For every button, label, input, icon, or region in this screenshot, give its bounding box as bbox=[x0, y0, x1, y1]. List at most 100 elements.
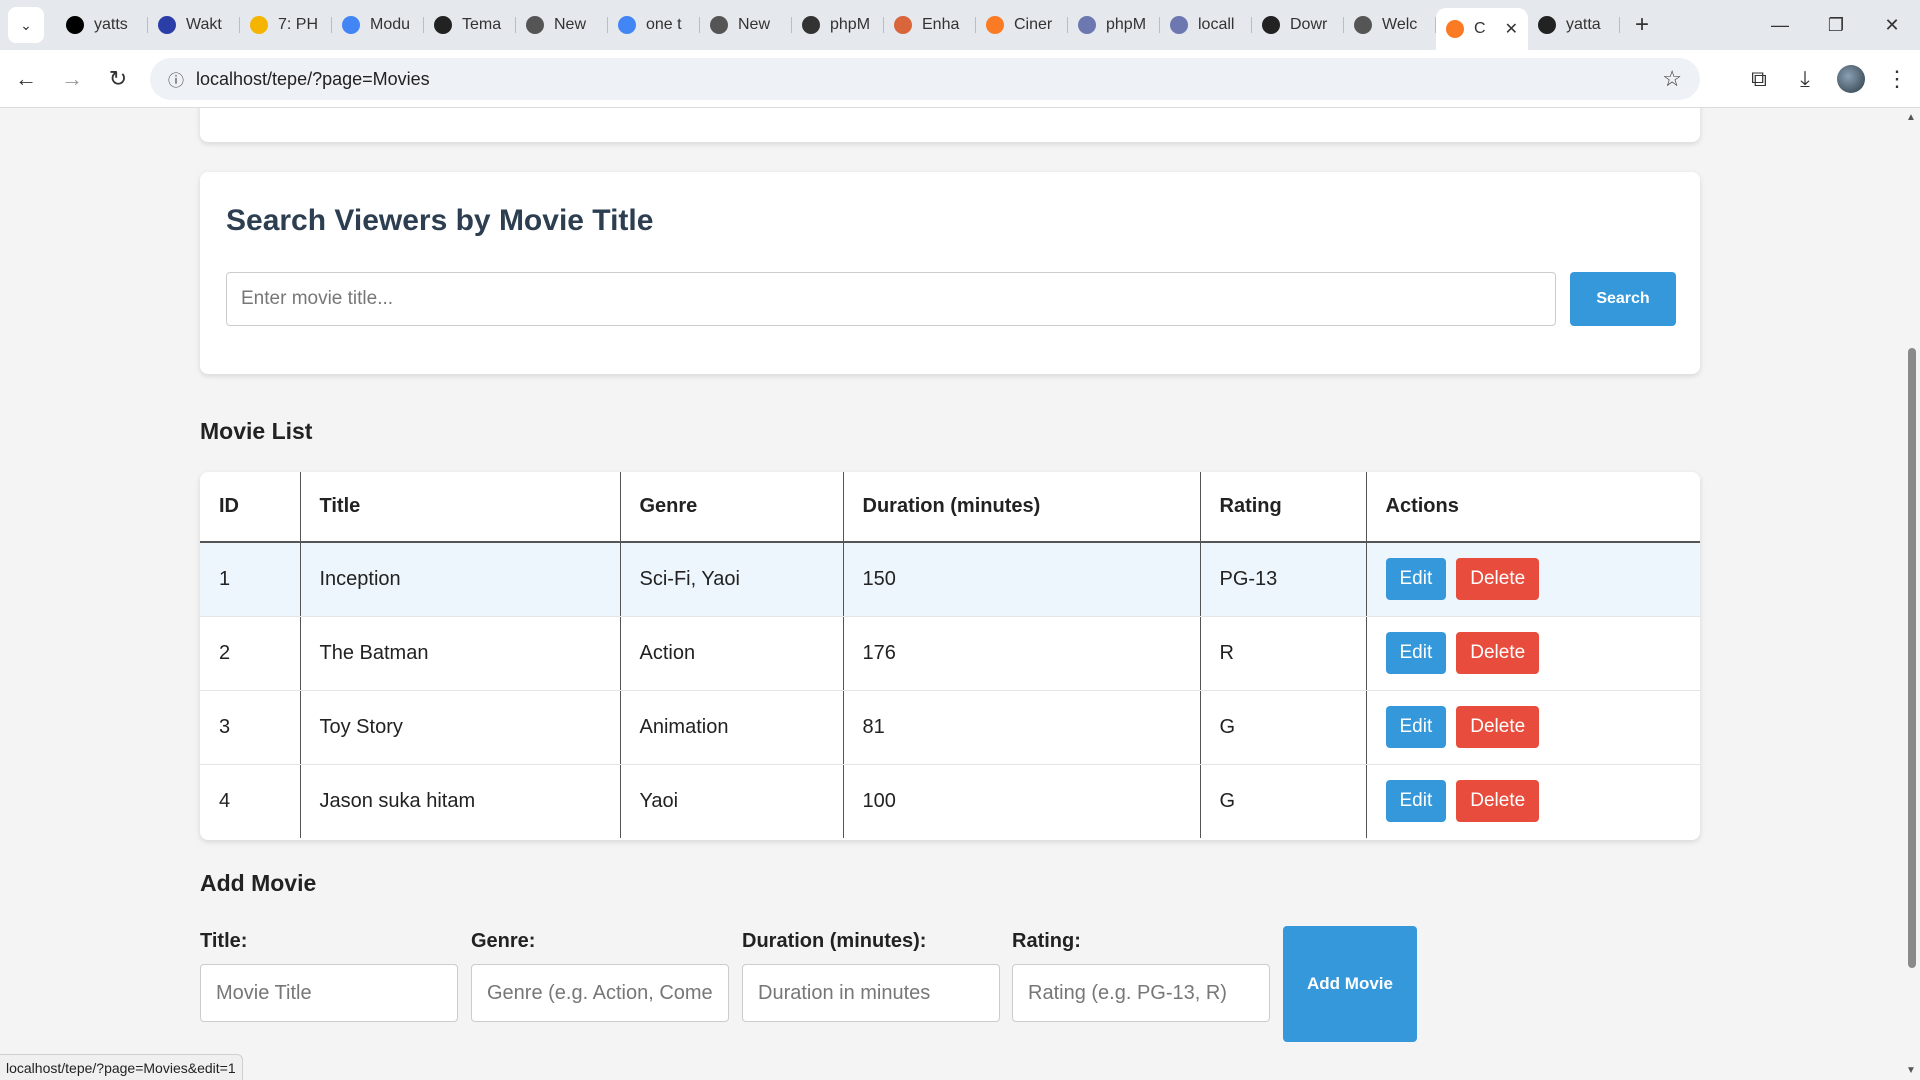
browser-tab-title: Ciner bbox=[1014, 16, 1053, 33]
scroll-down-icon[interactable]: ▼ bbox=[1906, 1065, 1916, 1076]
genre-input[interactable] bbox=[471, 964, 729, 1022]
title-input[interactable] bbox=[200, 964, 458, 1022]
restore-icon[interactable]: ❐ bbox=[1808, 0, 1864, 50]
claude-icon bbox=[894, 16, 912, 34]
scroll-up-icon[interactable]: ▲ bbox=[1906, 112, 1916, 123]
browser-tab-title: yatts bbox=[94, 16, 128, 33]
new-tab-button[interactable]: + bbox=[1626, 9, 1658, 41]
browser-tab[interactable]: C ✕ bbox=[1436, 8, 1528, 50]
column-header-id: ID bbox=[200, 472, 300, 543]
browser-toolbar: ← → ↻ ⓘ localhost/tepe/?page=Movies ☆ ⧉ … bbox=[0, 50, 1920, 108]
browser-tab[interactable]: yatta bbox=[1528, 7, 1620, 43]
edit-button[interactable]: Edit bbox=[1385, 706, 1447, 748]
laptop-icon bbox=[802, 16, 820, 34]
back-icon[interactable]: ← bbox=[6, 59, 46, 99]
rating-input[interactable] bbox=[1012, 964, 1270, 1022]
tab-list: yatts Wakt 7: PH Modu Tema New one t New phpM Enh… bbox=[56, 0, 1620, 50]
movie-table-card: ID Title Genre Duration (minutes) Rating… bbox=[200, 472, 1700, 840]
cell-genre: Yaoi bbox=[619, 764, 843, 838]
edit-button[interactable]: Edit bbox=[1385, 780, 1447, 823]
link-status-bar: localhost/tepe/?page=Movies&edit=1 bbox=[0, 1054, 243, 1080]
minimize-icon[interactable]: — bbox=[1752, 0, 1808, 50]
download-icon[interactable]: ⤓ bbox=[1782, 66, 1828, 92]
browser-tab[interactable]: Ciner bbox=[976, 7, 1068, 43]
delete-button[interactable]: Delete bbox=[1456, 780, 1540, 823]
close-tab-icon[interactable]: ✕ bbox=[1505, 19, 1518, 39]
table-row: 3 Toy Story Animation 81 G Edit Delete bbox=[200, 690, 1700, 765]
reload-icon[interactable]: ↻ bbox=[98, 59, 138, 99]
duration-input[interactable] bbox=[742, 964, 1000, 1022]
openai-icon bbox=[434, 16, 452, 34]
close-window-icon[interactable]: ✕ bbox=[1864, 0, 1920, 50]
table-row: 2 The Batman Action 176 R Edit Delete bbox=[200, 616, 1700, 691]
table-row: 1 Inception Sci-Fi, Yaoi 150 PG-13 Edit D… bbox=[200, 542, 1700, 617]
table-row: 4 Jason suka hitam Yaoi 100 G Edit Delete bbox=[200, 764, 1700, 838]
search-heading: Search Viewers by Movie Title bbox=[226, 204, 654, 237]
column-header-rating: Rating bbox=[1199, 472, 1366, 543]
cell-actions: Edit Delete bbox=[1365, 690, 1700, 765]
cell-actions: Edit Delete bbox=[1365, 542, 1700, 617]
browser-tab-title: C bbox=[1474, 20, 1486, 37]
forward-icon[interactable]: → bbox=[52, 59, 92, 99]
genre-label: Genre: bbox=[471, 930, 536, 952]
address-bar[interactable]: ⓘ localhost/tepe/?page=Movies ☆ bbox=[150, 58, 1700, 100]
edit-button[interactable]: Edit bbox=[1385, 558, 1447, 601]
browser-tab[interactable]: one t bbox=[608, 7, 700, 43]
delete-button[interactable]: Delete bbox=[1456, 558, 1540, 601]
extensions-icon[interactable]: ⧉ bbox=[1736, 66, 1782, 92]
browser-tab[interactable]: phpM bbox=[792, 7, 884, 43]
movie-title-search-input[interactable] bbox=[226, 272, 1556, 326]
browser-tab[interactable]: Dowr bbox=[1252, 7, 1344, 43]
address-url[interactable]: localhost/tepe/?page=Movies bbox=[196, 69, 430, 90]
x-icon bbox=[66, 16, 84, 34]
page-scrollbar[interactable]: ▲ ▼ bbox=[1904, 108, 1920, 1080]
browser-tab[interactable]: Enha bbox=[884, 7, 976, 43]
add-movie-heading: Add Movie bbox=[200, 870, 317, 896]
tab-search-button[interactable]: ⌄ bbox=[8, 7, 44, 43]
cell-duration: 100 bbox=[842, 764, 1200, 838]
browser-tab[interactable]: locall bbox=[1160, 7, 1252, 43]
browser-tab-title: Welc bbox=[1382, 16, 1418, 33]
delete-button[interactable]: Delete bbox=[1456, 706, 1540, 748]
toolbar-actions: ⧉ ⤓ ⋮ bbox=[1736, 50, 1920, 108]
site-info-icon[interactable]: ⓘ bbox=[156, 67, 196, 91]
cell-title: Toy Story bbox=[299, 690, 620, 765]
browser-tab[interactable]: 7: PH bbox=[240, 7, 332, 43]
cell-title: Jason suka hitam bbox=[299, 764, 620, 838]
add-movie-button[interactable]: Add Movie bbox=[1283, 926, 1417, 1042]
browser-tab[interactable]: Tema bbox=[424, 7, 516, 43]
tab-strip: ⌄ yatts Wakt 7: PH Modu Tema New one t New phpM E… bbox=[0, 0, 1920, 50]
docs-icon bbox=[342, 16, 360, 34]
cell-rating: R bbox=[1199, 616, 1366, 691]
browser-tab[interactable]: New bbox=[516, 7, 608, 43]
cell-duration: 176 bbox=[842, 616, 1200, 691]
browser-tab[interactable]: phpM bbox=[1068, 7, 1160, 43]
cell-genre: Action bbox=[619, 616, 843, 691]
bookmark-star-icon[interactable]: ☆ bbox=[1662, 66, 1682, 92]
cell-rating: G bbox=[1199, 764, 1366, 838]
search-button[interactable]: Search bbox=[1570, 272, 1676, 326]
browser-tab-title: Tema bbox=[462, 16, 502, 33]
title-label: Title: bbox=[200, 930, 248, 952]
cell-id: 2 bbox=[200, 616, 300, 691]
more-menu-icon[interactable]: ⋮ bbox=[1874, 66, 1920, 92]
edit-button[interactable]: Edit bbox=[1385, 632, 1447, 674]
scrollbar-thumb[interactable] bbox=[1908, 348, 1916, 968]
browser-tab-title: phpM bbox=[1106, 16, 1147, 33]
browser-tab[interactable]: Modu bbox=[332, 7, 424, 43]
browser-tab[interactable]: yatts bbox=[56, 7, 148, 43]
browser-tab[interactable]: New bbox=[700, 7, 792, 43]
browser-tab[interactable]: Wakt bbox=[148, 7, 240, 43]
delete-button[interactable]: Delete bbox=[1456, 632, 1540, 674]
cell-title: Inception bbox=[299, 542, 620, 617]
chrome-icon bbox=[1354, 16, 1372, 34]
browser-tab-title: 7: PH bbox=[278, 16, 319, 33]
rating-label: Rating: bbox=[1012, 930, 1081, 952]
browser-tab-title: Enha bbox=[922, 16, 960, 33]
browser-tab[interactable]: Welc bbox=[1344, 7, 1436, 43]
github-icon bbox=[1538, 16, 1556, 34]
profile-avatar[interactable] bbox=[1837, 65, 1865, 93]
xampp-icon bbox=[986, 16, 1004, 34]
browser-tab-title: one t bbox=[646, 16, 682, 33]
cell-genre: Sci-Fi, Yaoi bbox=[619, 542, 843, 617]
